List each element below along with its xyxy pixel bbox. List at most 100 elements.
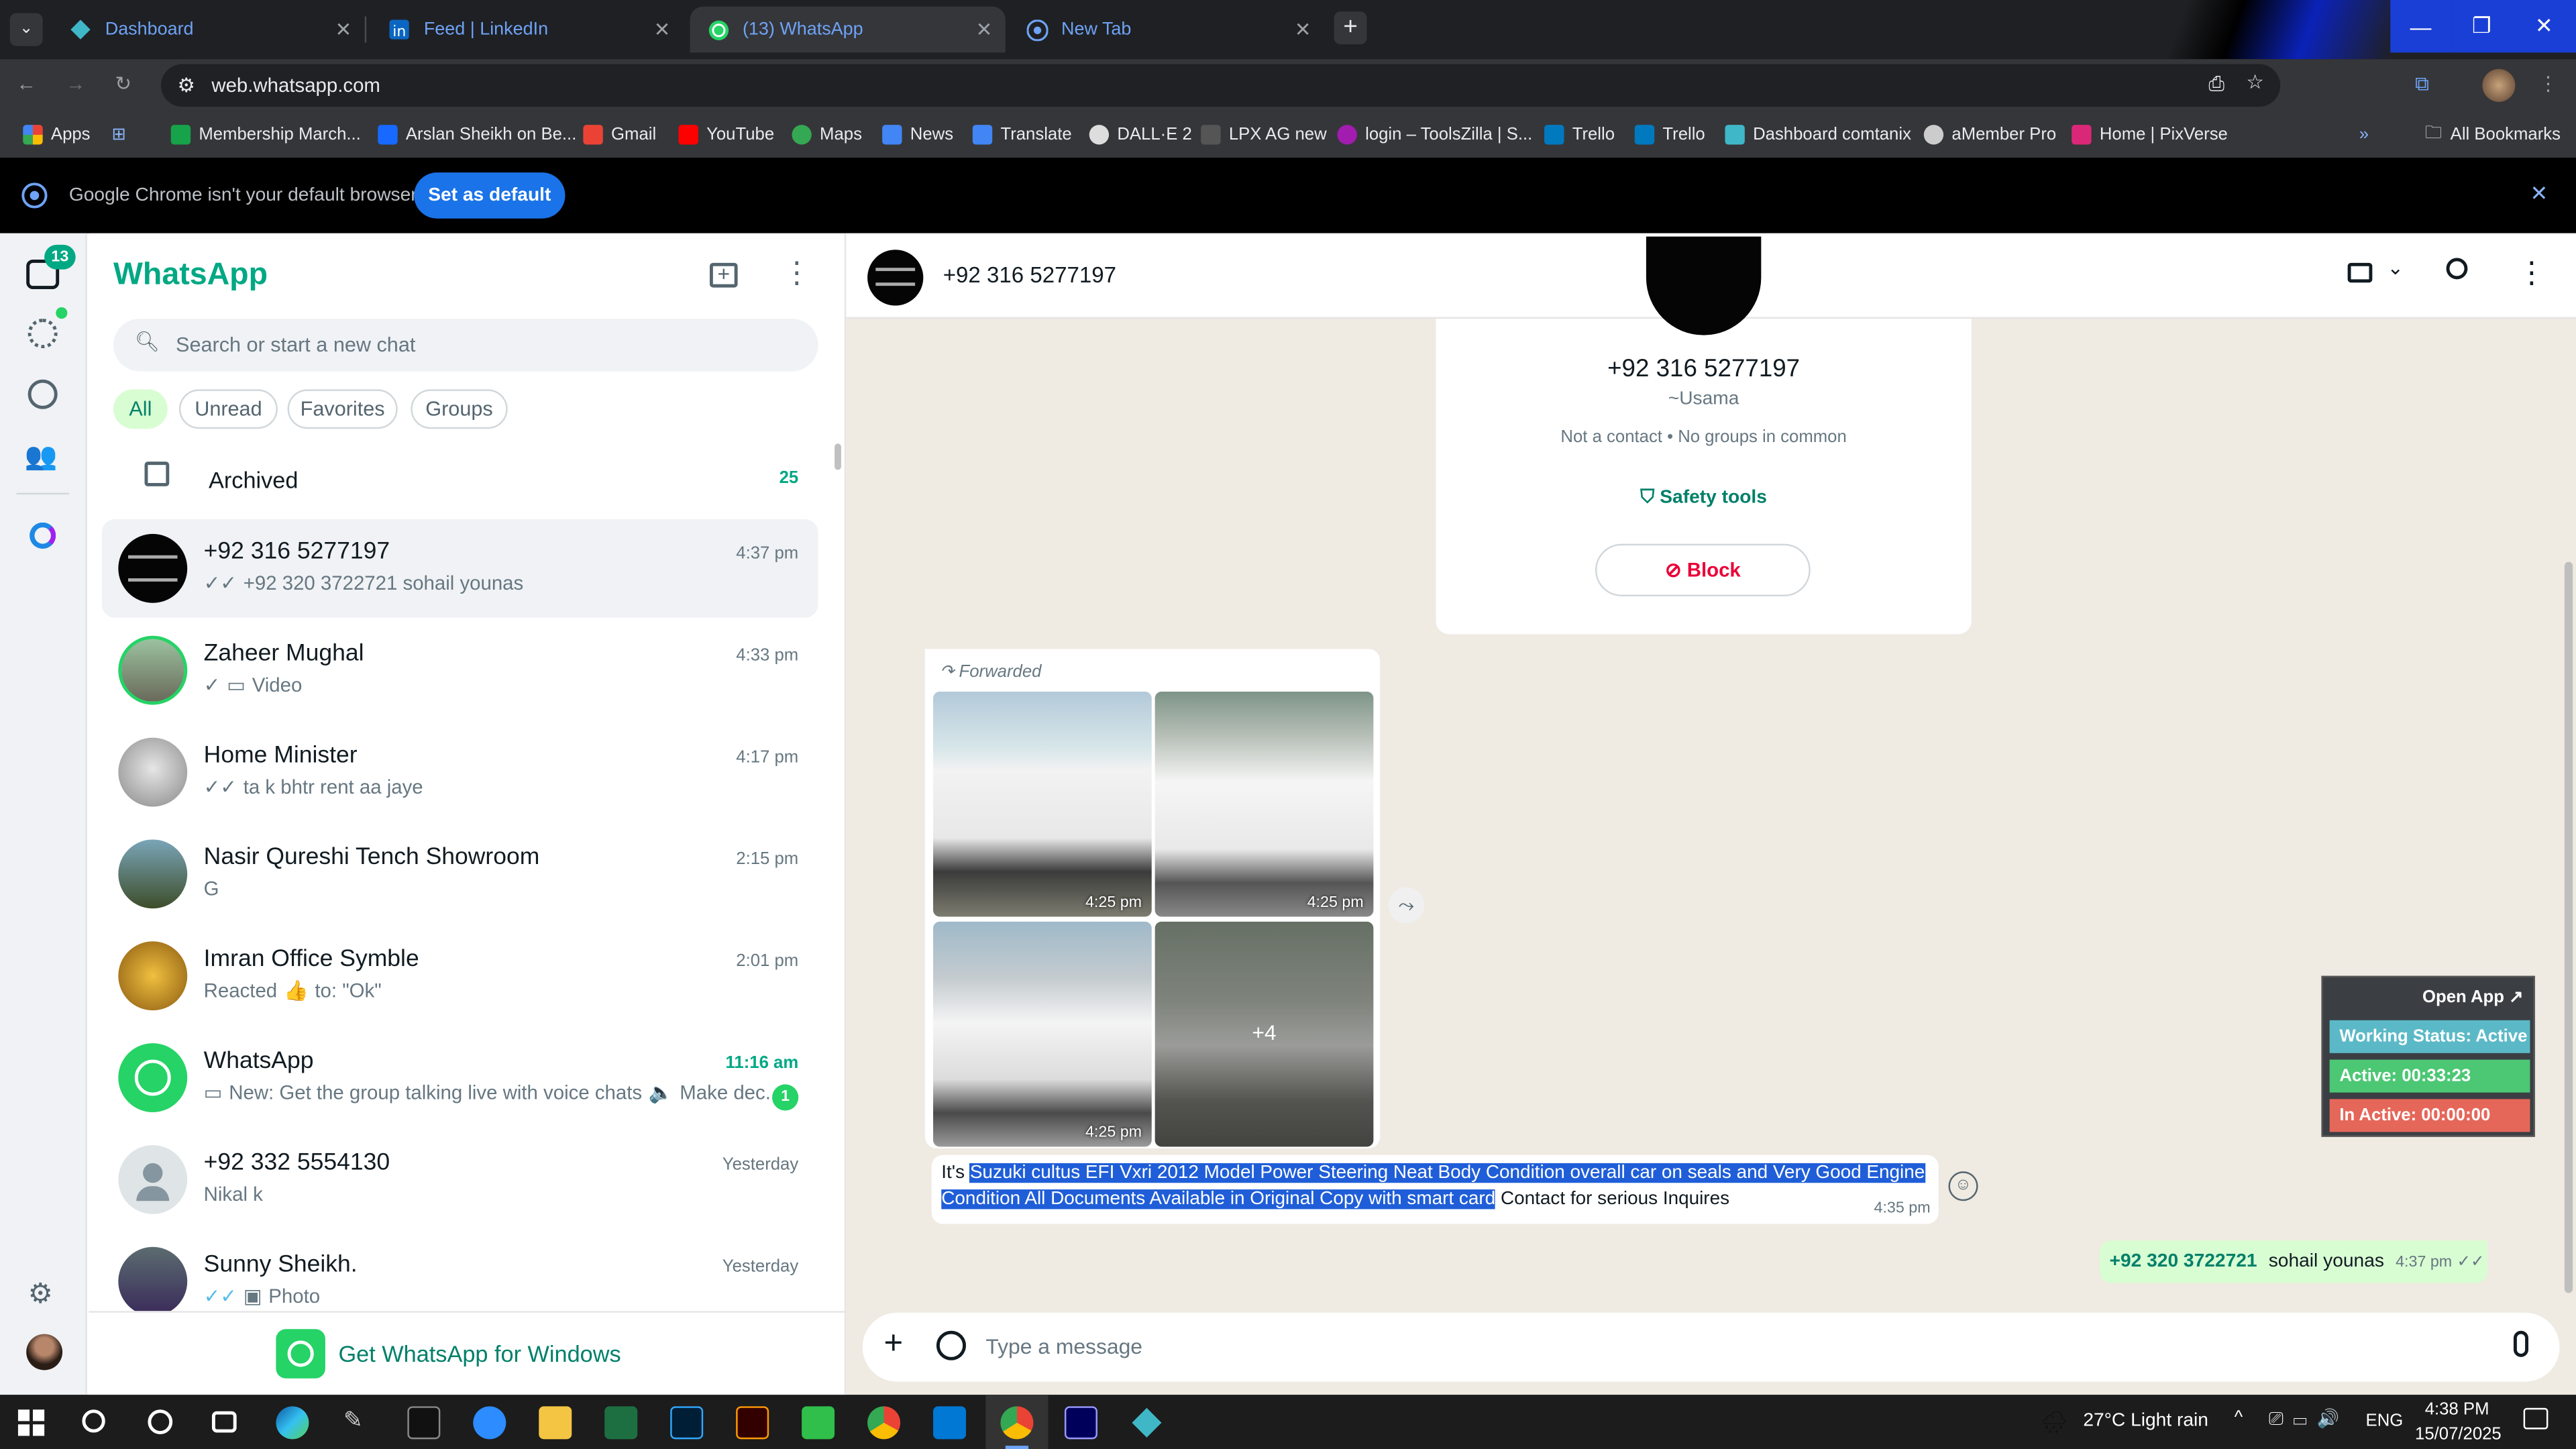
tab-new-tab[interactable]: New Tab ✕ — [1009, 7, 1324, 53]
all-bookmarks[interactable]: 🗀 All Bookmarks — [2425, 121, 2561, 148]
bookmark-behance[interactable]: Arslan Sheikh on Be... — [378, 121, 576, 148]
bookmark-maps[interactable]: Maps — [792, 121, 862, 148]
vscode-icon[interactable] — [933, 1406, 967, 1440]
close-tab-icon[interactable]: ✕ — [651, 18, 674, 41]
address-bar[interactable]: ⚙ web.whatsapp.com ⎙ ☆ — [161, 64, 2281, 107]
archived-row[interactable]: Archived 25 — [102, 443, 818, 509]
edge-icon[interactable] — [276, 1406, 309, 1440]
reload-icon[interactable]: ↻ — [115, 72, 131, 95]
bookmark-news[interactable]: News — [882, 121, 953, 148]
chat-item[interactable]: Imran Office Symble Reacted 👍 to: "Ok" 2:0… — [102, 926, 818, 1025]
app-green-icon[interactable] — [802, 1406, 835, 1440]
excel-icon[interactable] — [604, 1406, 638, 1440]
meta-ai-icon[interactable] — [30, 522, 56, 549]
filter-all[interactable]: All — [113, 389, 168, 429]
close-tab-icon[interactable]: ✕ — [332, 18, 355, 41]
tab-whatsapp[interactable]: (13) WhatsApp ✕ — [690, 6, 1006, 53]
car-photo[interactable]: 4:25 pm — [933, 921, 1152, 1147]
windows-start-icon[interactable] — [17, 1409, 45, 1436]
terminal-icon[interactable] — [407, 1406, 441, 1440]
status-icon[interactable] — [28, 319, 58, 349]
cortana-icon[interactable] — [148, 1409, 173, 1434]
chat-item[interactable]: Sunny Sheikh. ✓✓ ▣ Photo Yesterday — [102, 1232, 818, 1311]
chat-item[interactable]: Zaheer Mughal ✓ ▭ Video 4:33 pm — [102, 621, 818, 720]
search-icon[interactable] — [2446, 258, 2468, 280]
video-call-icon[interactable] — [2347, 262, 2373, 283]
dashboard-app-icon[interactable] — [1130, 1406, 1163, 1439]
premiere-icon[interactable] — [1064, 1406, 1097, 1440]
menu-icon[interactable]: ⋮ — [782, 256, 812, 290]
file-explorer-icon[interactable] — [539, 1406, 572, 1440]
search-input[interactable]: 🔍︎ Search or start a new chat — [113, 319, 818, 372]
task-view-icon[interactable] — [211, 1411, 237, 1433]
chat-item[interactable]: +92 332 5554130 Nikal k Yesterday — [102, 1130, 818, 1229]
bookmark-gmail[interactable]: Gmail — [583, 121, 656, 148]
get-app-banner[interactable]: Get WhatsApp for Windows — [276, 1329, 621, 1379]
chevron-down-icon[interactable]: ⌄ — [2387, 256, 2404, 279]
search-icon[interactable] — [82, 1409, 105, 1433]
new-tab-button[interactable]: + — [1334, 11, 1367, 45]
bookmark-dalle[interactable]: DALL·E 2 — [1089, 121, 1192, 148]
safety-tools-link[interactable]: ⛉ Safety tools — [1436, 488, 1971, 509]
open-app-link[interactable]: Open App ↗ — [2330, 981, 2530, 1014]
filter-favorites[interactable]: Favorites — [287, 389, 398, 429]
bookmark-translate[interactable]: Translate — [972, 121, 1072, 148]
bookmark-amember[interactable]: aMember Pro — [1923, 121, 2056, 148]
car-photo[interactable]: 4:25 pm — [933, 692, 1152, 917]
settings-icon[interactable]: ⚙ — [28, 1278, 53, 1311]
install-app-icon[interactable]: ⎙ — [2208, 72, 2224, 97]
conversation-scrollbar[interactable] — [2564, 561, 2573, 1293]
system-tray-icons[interactable]: ⎚▭🔊 — [2269, 1408, 2349, 1431]
minimize-button[interactable]: — — [2390, 0, 2451, 53]
forward-icon[interactable]: → — [66, 72, 85, 95]
message-input[interactable]: Type a message — [985, 1334, 1142, 1359]
microphone-icon[interactable] — [2513, 1330, 2529, 1357]
car-photo[interactable]: 4:25 pm — [1155, 692, 1374, 917]
contact-avatar[interactable] — [867, 250, 924, 306]
tab-search-button[interactable]: ⌄ — [9, 13, 43, 46]
back-icon[interactable]: ← — [16, 72, 36, 95]
bookmark-star-icon[interactable]: ☆ — [2246, 70, 2263, 93]
bookmark-youtube[interactable]: YouTube — [678, 121, 774, 148]
bookmark-toolszilla[interactable]: login – ToolsZilla | S... — [1337, 121, 1532, 148]
profile-avatar[interactable] — [2482, 68, 2516, 102]
communities-icon[interactable]: 👥 — [25, 440, 58, 473]
restore-button[interactable]: ❐ — [2451, 0, 2512, 53]
zoom-icon[interactable] — [473, 1406, 506, 1440]
photoshop-icon[interactable] — [670, 1406, 704, 1440]
chrome-active-icon[interactable] — [985, 1395, 1049, 1449]
bookmark-trello-2[interactable]: Trello — [1634, 121, 1705, 148]
bookmark-dashboard-comtanix[interactable]: Dashboard comtanix — [1725, 121, 1911, 148]
forward-button[interactable]: ⤳ — [1388, 887, 1425, 924]
menu-icon[interactable]: ⋮ — [2517, 256, 2546, 290]
filter-groups[interactable]: Groups — [411, 389, 508, 429]
extensions-icon[interactable]: ⧉ — [2415, 72, 2429, 97]
chat-item[interactable]: +92 316 5277197 ✓✓ +92 320 3722721 sohail… — [101, 519, 818, 618]
close-tab-icon[interactable]: ✕ — [1291, 18, 1314, 41]
emoji-reaction-icon[interactable]: ☺ — [1948, 1171, 1978, 1201]
chrome-icon[interactable] — [867, 1406, 901, 1440]
bookmark-grid-icon[interactable]: ⊞ — [112, 121, 127, 148]
chat-item[interactable]: WhatsApp ▭ New: Get the group talking liv… — [102, 1028, 818, 1127]
notification-icon[interactable] — [2523, 1407, 2548, 1430]
bookmark-apps[interactable]: Apps — [23, 121, 91, 148]
bookmark-lpx[interactable]: LPX AG new — [1201, 121, 1327, 148]
bookmark-membership[interactable]: Membership March... — [170, 121, 361, 148]
close-window-button[interactable]: ✕ — [2512, 0, 2576, 53]
tab-dashboard[interactable]: Dashboard ✕ — [52, 7, 364, 53]
block-button[interactable]: ⊘ Block — [1595, 543, 1811, 596]
channels-icon[interactable] — [28, 379, 58, 409]
sticker-icon[interactable] — [936, 1330, 967, 1360]
profile-avatar[interactable] — [26, 1334, 63, 1371]
new-chat-icon[interactable]: + — [709, 262, 738, 288]
more-photos-tile[interactable]: +4 — [1155, 921, 1374, 1147]
chevron-up-icon[interactable]: ^ — [2235, 1408, 2243, 1428]
tab-linkedin[interactable]: in Feed | LinkedIn ✕ — [371, 7, 683, 53]
more-bookmarks-icon[interactable]: » — [2359, 121, 2369, 148]
menu-icon[interactable]: ⋮ — [2538, 72, 2558, 95]
chat-item[interactable]: Nasir Qureshi Tench Showroom G 2:15 pm — [102, 824, 818, 923]
bookmark-pixverse[interactable]: Home | PixVerse — [2072, 121, 2228, 148]
scrollbar[interactable] — [835, 443, 841, 470]
site-info-icon[interactable]: ⚙ — [177, 74, 195, 97]
illustrator-icon[interactable] — [736, 1406, 769, 1440]
